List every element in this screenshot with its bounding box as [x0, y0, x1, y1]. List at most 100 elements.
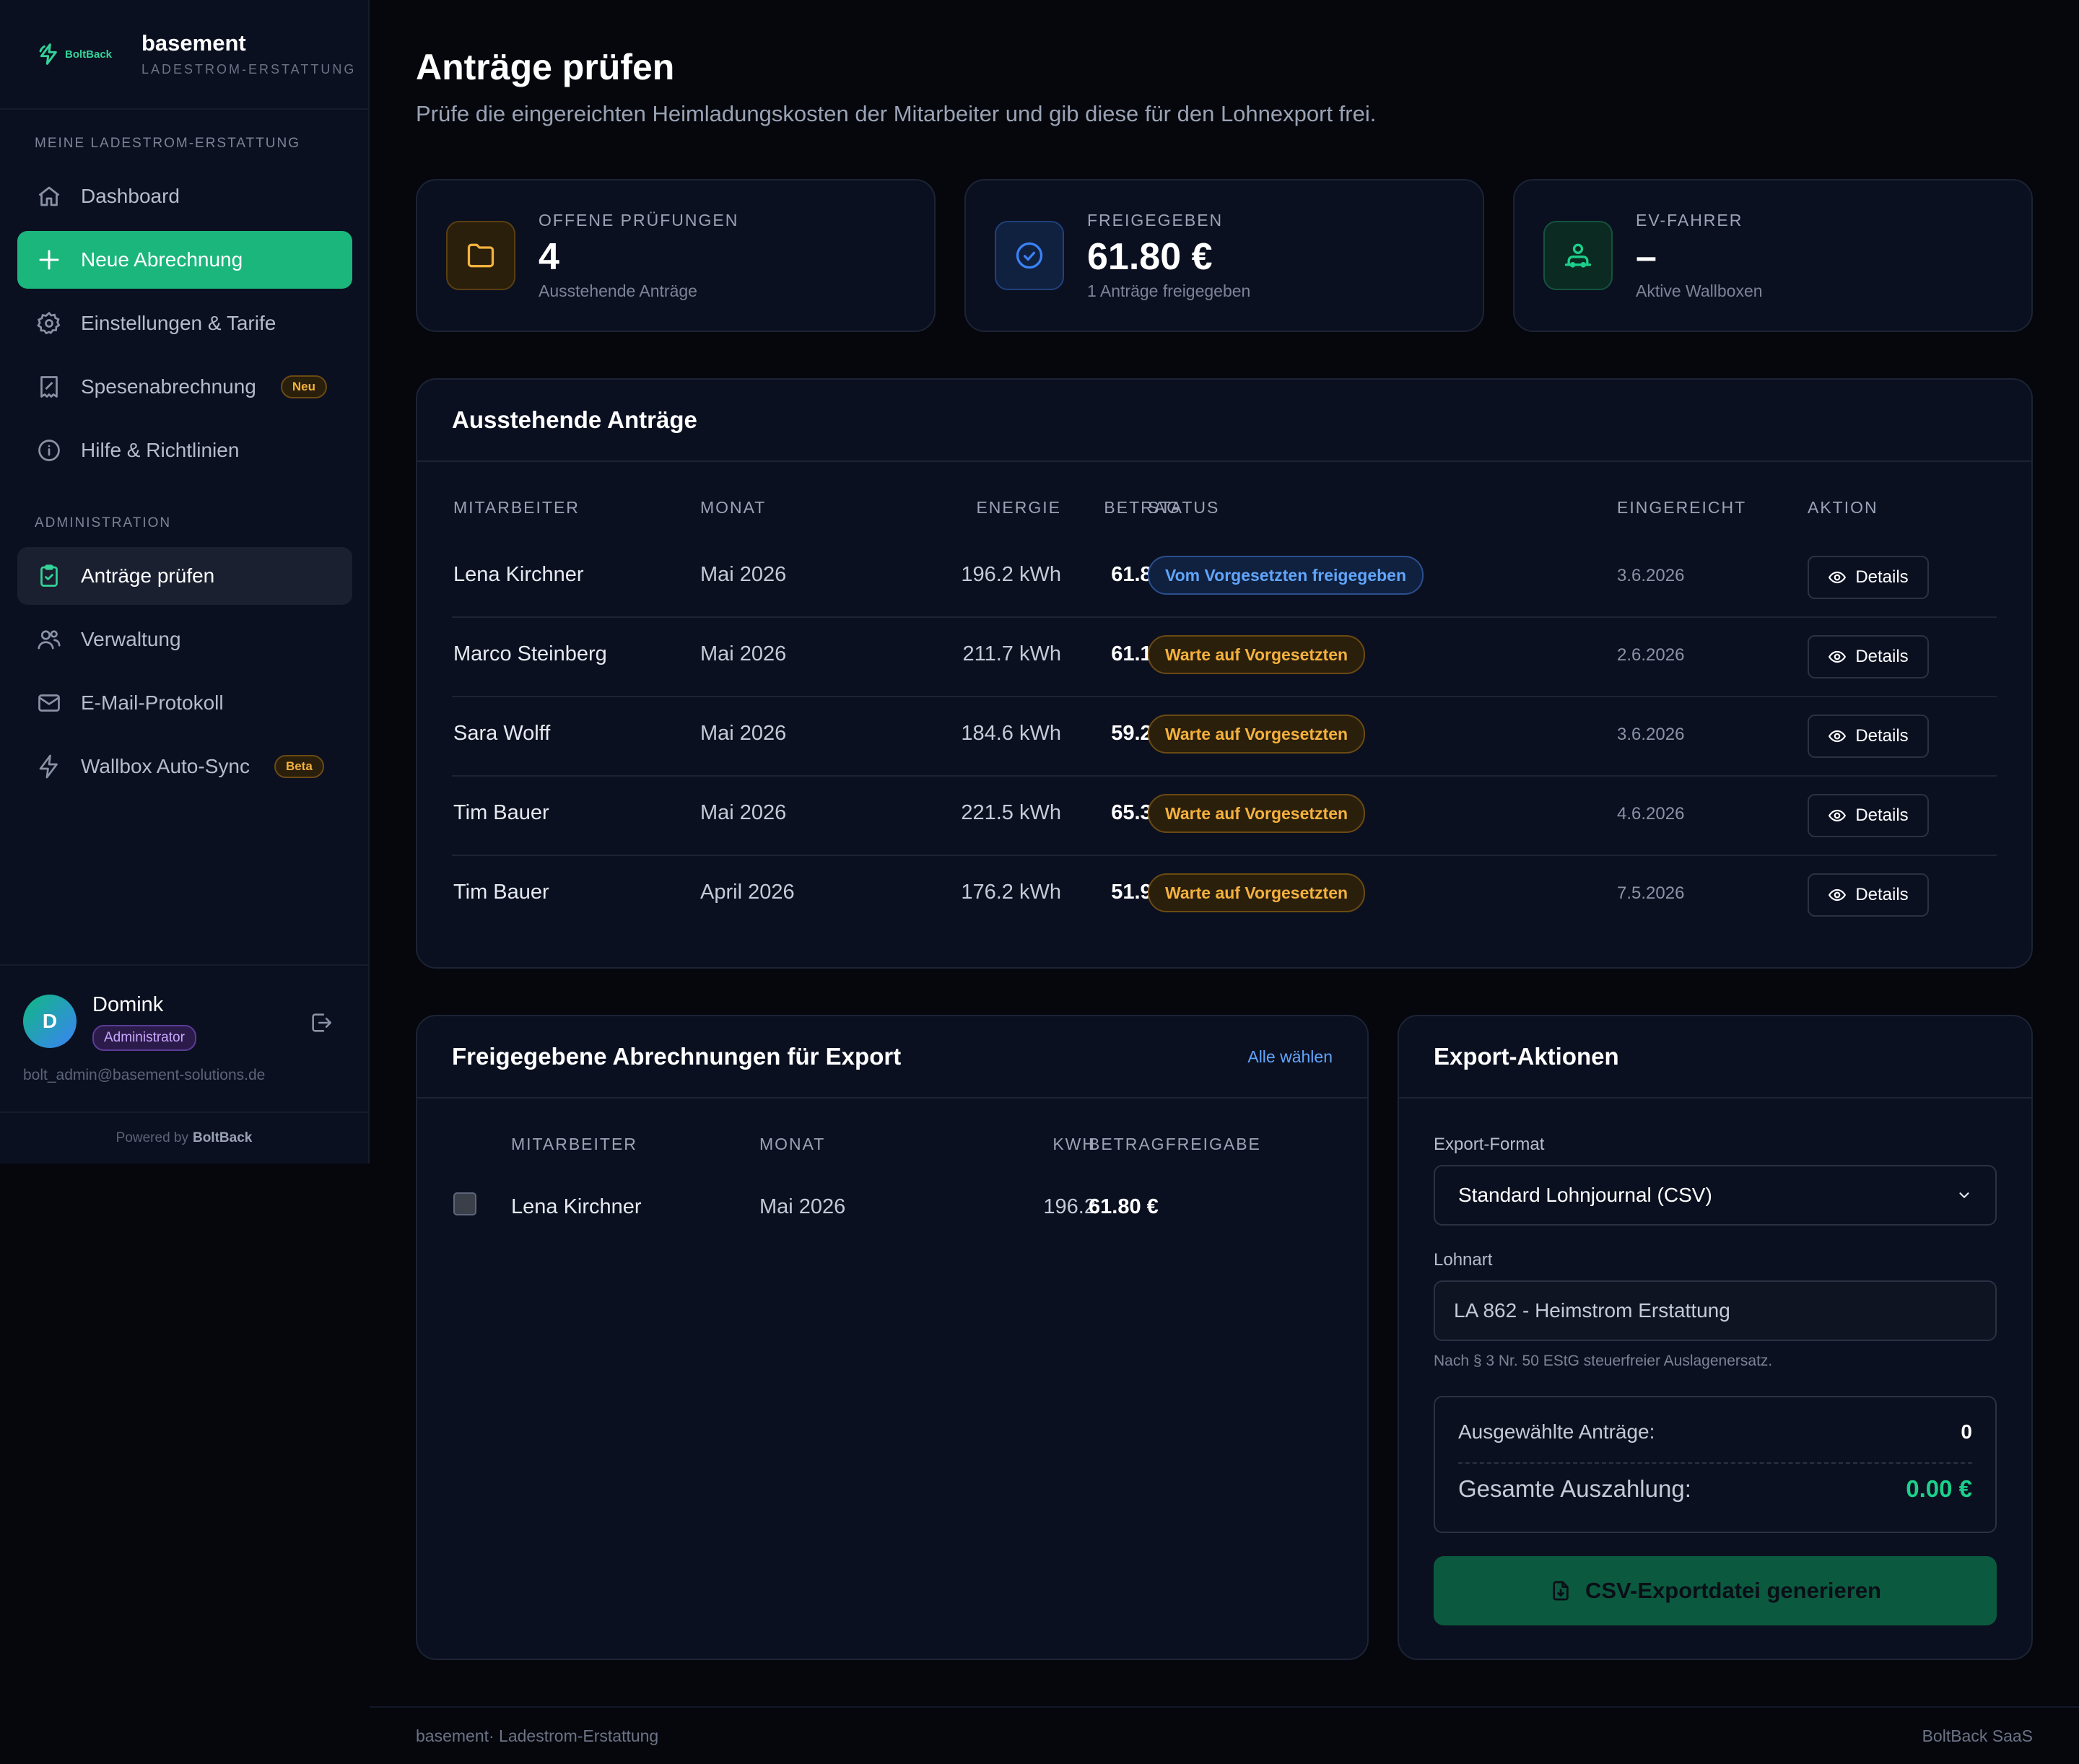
status-badge: Warte auf Vorgesetzten — [1148, 635, 1366, 674]
brand-subtitle: LADESTROM-ERSTATTUNG — [141, 61, 357, 77]
cell-employee: Lena Kirchner — [511, 1195, 642, 1218]
row-divider — [452, 696, 1997, 697]
avatar[interactable]: D — [23, 995, 77, 1048]
details-button[interactable]: Details — [1808, 556, 1929, 599]
sidebar-item-dashboard[interactable]: Dashboard — [17, 167, 352, 225]
column-header: AKTION — [1808, 498, 1878, 517]
sidebar-item-label: Einstellungen & Tarife — [81, 312, 276, 334]
card-title: Freigegebene Abrechnungen für Export — [452, 1043, 902, 1070]
details-button[interactable]: Details — [1808, 715, 1929, 758]
row-divider — [452, 616, 1997, 618]
total-label: Gesamte Auszahlung: — [1458, 1475, 1691, 1502]
cell-amount: 61.80 € — [1089, 1195, 1159, 1218]
sidebar-item-wallbox-sync[interactable]: Wallbox Auto-Sync Beta — [17, 738, 352, 795]
clipboard-check-icon — [40, 564, 58, 587]
beta-badge: Beta — [274, 755, 324, 778]
details-button[interactable]: Details — [1808, 873, 1929, 917]
stat-card-approved: FREIGEGEBEN 61.80 € 1 Anträge freigegebe… — [964, 179, 1484, 332]
footer-right: BoltBack SaaS — [1922, 1726, 2033, 1745]
column-header: EINGEREICHT — [1617, 498, 1747, 517]
check-circle-icon — [1016, 242, 1043, 269]
stat-card-ev-drivers: EV-FAHRER – Aktive Wallboxen — [1513, 179, 2033, 332]
wage-type-input[interactable]: LA 862 - Heimstrom Erstattung — [1434, 1280, 1997, 1341]
stat-icon-box — [995, 221, 1064, 290]
sidebar-item-review[interactable]: Anträge prüfen — [17, 547, 352, 605]
column-header: MITARBEITER — [511, 1135, 637, 1153]
column-header: BETRAGFREIGABE — [1089, 1135, 1261, 1153]
row-checkbox[interactable] — [453, 1192, 476, 1215]
folder-icon — [467, 243, 494, 268]
stat-sub: Aktive Wallboxen — [1636, 281, 1763, 300]
details-button[interactable]: Details — [1808, 794, 1929, 837]
user-name: Domink — [92, 993, 164, 1016]
brand-logo-text: BoltBack — [65, 48, 113, 61]
users-icon — [38, 630, 61, 650]
mail-icon — [38, 694, 60, 712]
cell-month: Mai 2026 — [700, 563, 787, 586]
sidebar-item-email-log[interactable]: E-Mail-Protokoll — [17, 674, 352, 732]
export-format-value: Standard Lohnjournal (CSV) — [1458, 1184, 1712, 1206]
user-email: bolt_admin@basement-solutions.de — [23, 1067, 266, 1083]
cell-submitted: 3.6.2026 — [1617, 725, 1685, 744]
cell-submitted: 4.6.2026 — [1617, 804, 1685, 824]
wage-type-value: LA 862 - Heimstrom Erstattung — [1454, 1299, 1730, 1322]
stat-icon-box — [1543, 221, 1613, 290]
selected-value: 0 — [1961, 1420, 1972, 1443]
pending-requests-card: Ausstehende Anträge MITARBEITER MONAT EN… — [416, 378, 2033, 969]
sidebar-item-label: Hilfe & Richtlinien — [81, 439, 240, 461]
sidebar-item-help[interactable]: Hilfe & Richtlinien — [17, 422, 352, 479]
export-summary: Ausgewählte Anträge: 0 Gesamte Auszahlun… — [1434, 1396, 1997, 1533]
total-value: 0.00 € — [1906, 1475, 1972, 1502]
info-icon — [38, 440, 60, 461]
column-header: MONAT — [759, 1135, 826, 1153]
nav-section-title-my: MEINE LADESTROM-ERSTATTUNG — [35, 136, 300, 151]
sidebar-item-new-billing[interactable]: Neue Abrechnung — [17, 231, 352, 289]
details-button[interactable]: Details — [1808, 635, 1929, 678]
details-label: Details — [1855, 726, 1909, 746]
card-header: Freigegebene Abrechnungen für Export All… — [417, 1016, 1367, 1099]
generate-csv-button[interactable]: CSV-Exportdatei generieren — [1434, 1556, 1997, 1625]
sidebar-item-expenses[interactable]: Spesenabrechnung Neu — [17, 358, 352, 416]
sidebar-item-label: Dashboard — [81, 185, 180, 207]
status-badge: Warte auf Vorgesetzten — [1148, 794, 1366, 833]
cell-energy: 184.6 kWh — [961, 722, 1061, 745]
sidebar-item-settings[interactable]: Einstellungen & Tarife — [17, 294, 352, 352]
cell-month: April 2026 — [700, 881, 795, 904]
details-label: Details — [1855, 805, 1909, 825]
brand-logo[interactable]: BoltBack — [38, 43, 141, 66]
details-label: Details — [1855, 647, 1909, 666]
cell-employee: Marco Steinberg — [453, 642, 607, 665]
stat-value: 4 — [539, 236, 559, 278]
cell-month: Mai 2026 — [700, 801, 787, 824]
card-header: Ausstehende Anträge — [417, 380, 2031, 462]
bolt-logo-icon — [39, 43, 57, 65]
cell-month: Mai 2026 — [700, 722, 787, 745]
export-actions-card: Export-Aktionen Export-Format Standard L… — [1398, 1015, 2033, 1660]
stat-sub: Ausstehende Anträge — [539, 281, 697, 300]
export-format-select[interactable]: Standard Lohnjournal (CSV) — [1434, 1165, 1997, 1226]
powered-prefix: Powered by — [116, 1130, 188, 1145]
sidebar-item-label: Neue Abrechnung — [81, 248, 243, 271]
logout-icon[interactable] — [309, 1010, 334, 1035]
cell-employee: Lena Kirchner — [453, 563, 584, 586]
receipt-icon — [40, 376, 58, 398]
select-all-link[interactable]: Alle wählen — [1247, 1047, 1333, 1067]
status-badge: Vom Vorgesetzten freigegeben — [1148, 556, 1424, 595]
cell-energy: 176.2 kWh — [961, 881, 1061, 904]
user-role-badge: Administrator — [92, 1025, 196, 1051]
summary-total-row: Gesamte Auszahlung: 0.00 € — [1458, 1475, 1972, 1503]
cell-employee: Tim Bauer — [453, 801, 549, 824]
powered-brand: BoltBack — [192, 1130, 253, 1145]
wage-type-hint: Nach § 3 Nr. 50 EStG steuerfreier Auslag… — [1434, 1353, 1773, 1369]
stat-value: – — [1636, 236, 1657, 278]
card-title: Export-Aktionen — [1434, 1043, 1619, 1070]
card-title: Ausstehende Anträge — [452, 406, 697, 433]
plus-icon — [39, 250, 59, 270]
sidebar-item-label: Spesenabrechnung — [81, 375, 256, 398]
cell-energy: 211.7 kWh — [962, 642, 1061, 665]
cell-month: Mai 2026 — [700, 642, 787, 665]
sidebar-item-label: Anträge prüfen — [81, 564, 215, 587]
powered-by: Powered by BoltBack — [0, 1112, 368, 1163]
sidebar-item-management[interactable]: Verwaltung — [17, 611, 352, 668]
cell-month: Mai 2026 — [759, 1195, 846, 1218]
